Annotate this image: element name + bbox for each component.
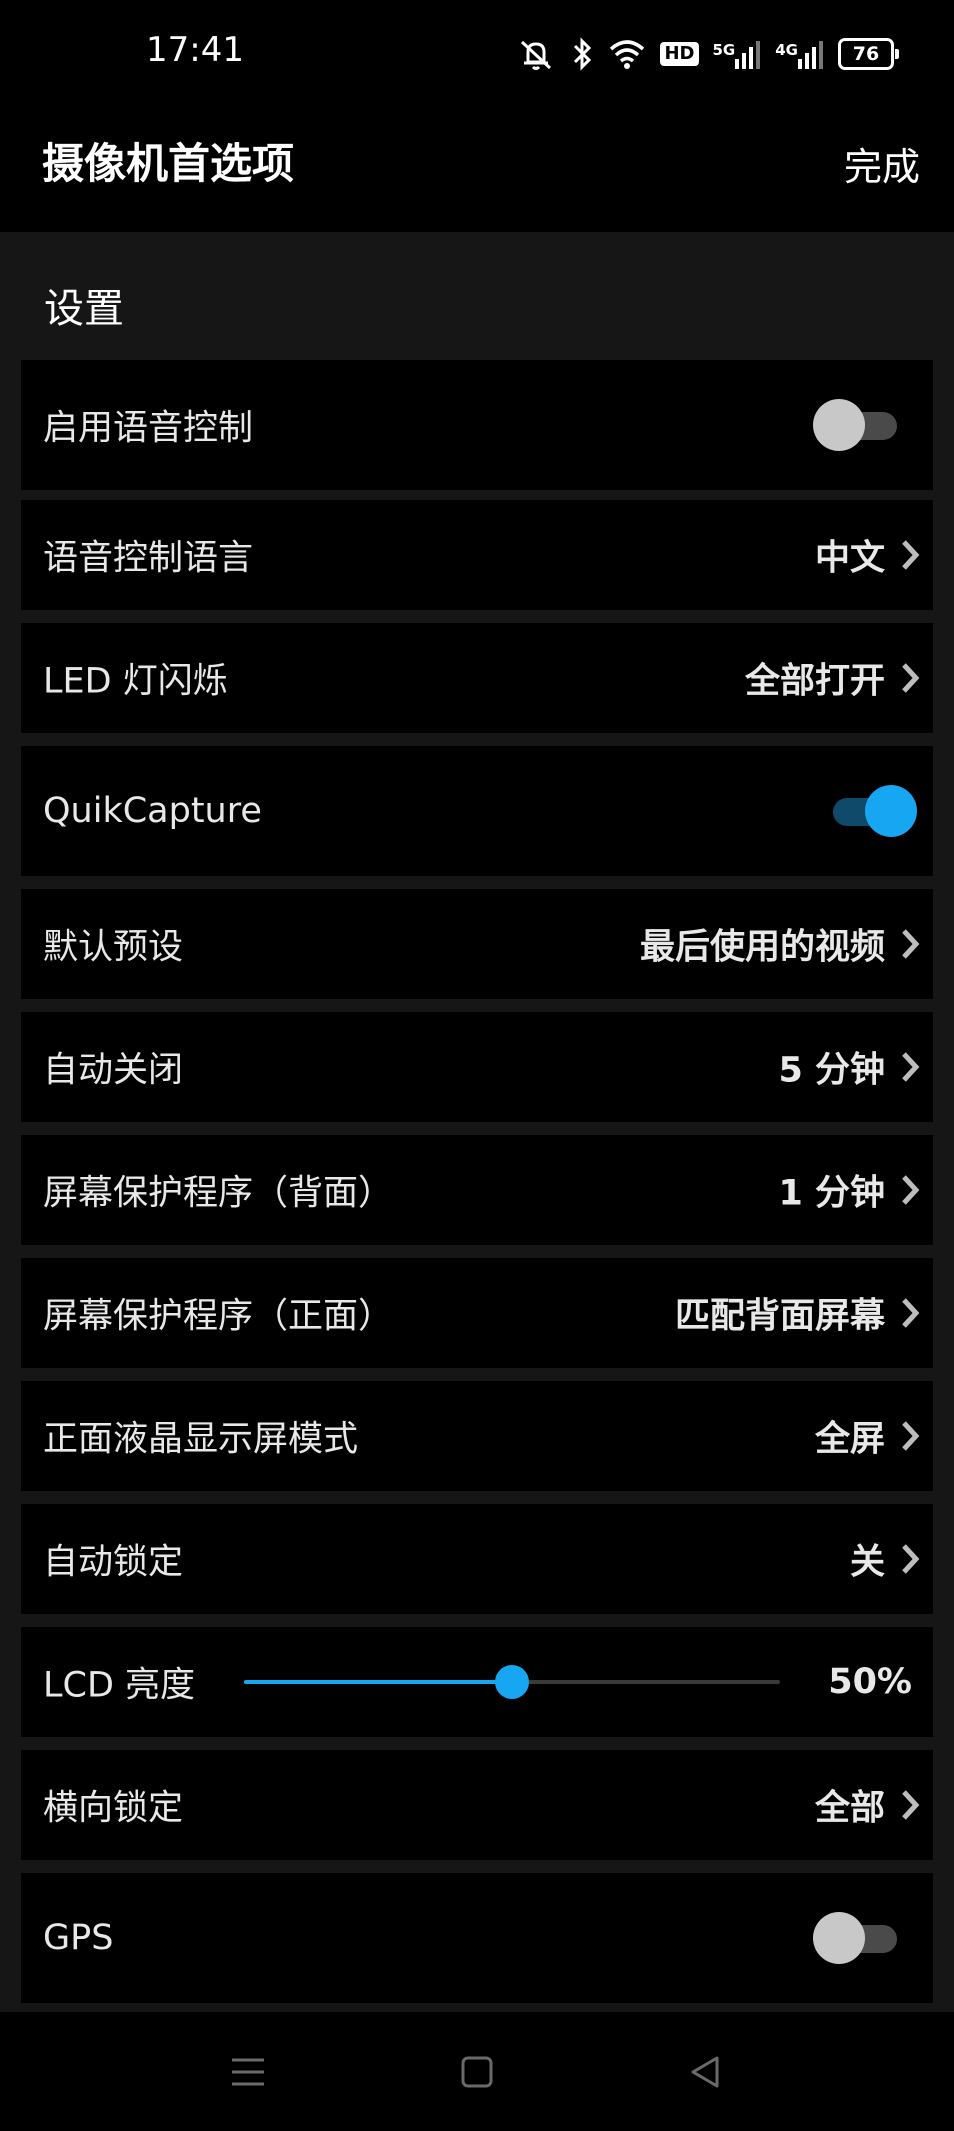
row-quikcapture[interactable]: QuikCapture [21, 746, 933, 876]
wifi-icon [610, 40, 645, 69]
done-button[interactable]: 完成 [844, 136, 920, 191]
status-time: 17:41 [146, 30, 244, 70]
signal-bars-icon [798, 41, 823, 69]
row-gps[interactable]: GPS [21, 1873, 933, 2003]
signal-bars-icon [735, 41, 761, 69]
signal-5g: 5G [713, 39, 762, 69]
gps-toggle[interactable] [813, 1910, 897, 1966]
status-bar: 17:41 HD 5G 4G 76 [0, 0, 954, 108]
row-label: 横向锁定 [43, 1788, 184, 1829]
row-value: 最后使用的视频 [639, 927, 885, 968]
row-auto-lock[interactable]: 自动锁定 关 [21, 1504, 933, 1614]
back-icon[interactable] [683, 2050, 727, 2094]
chevron-right-icon [902, 1790, 920, 1820]
voice-control-toggle[interactable] [813, 397, 897, 453]
row-value: 关 [849, 1542, 885, 1583]
row-value: 全部 [814, 1788, 885, 1829]
bell-muted-icon [521, 40, 552, 70]
hd-badge: HD [660, 42, 699, 66]
row-value: 中文 [814, 538, 885, 579]
row-label: LCD 亮度 [43, 1665, 196, 1706]
chevron-right-icon [902, 1544, 920, 1574]
toggle-knob [813, 399, 865, 451]
quikcapture-toggle[interactable] [833, 783, 917, 839]
home-icon[interactable] [455, 2050, 499, 2094]
row-label: 语音控制语言 [43, 538, 254, 579]
row-screensaver-front[interactable]: 屏幕保护程序（正面） 匹配背面屏幕 [21, 1258, 933, 1368]
row-led-blink[interactable]: LED 灯闪烁 全部打开 [21, 623, 933, 733]
row-default-preset[interactable]: 默认预设 最后使用的视频 [21, 889, 933, 999]
status-icons: HD 5G 4G 76 [516, 32, 899, 76]
row-front-lcd-mode[interactable]: 正面液晶显示屏模式 全屏 [21, 1381, 933, 1491]
row-label: 启用语音控制 [43, 408, 254, 449]
chevron-right-icon [902, 540, 920, 570]
row-voice-control[interactable]: 启用语音控制 [21, 360, 933, 490]
toggle-knob [865, 785, 917, 837]
row-voice-language[interactable]: 语音控制语言 中文 [21, 500, 933, 610]
chevron-right-icon [902, 1175, 920, 1205]
brightness-value: 50% [828, 1662, 912, 1702]
slider-thumb[interactable] [495, 1665, 529, 1699]
row-label: 屏幕保护程序（正面） [43, 1296, 394, 1337]
brightness-slider[interactable] [244, 1662, 780, 1702]
row-label: GPS [43, 1918, 114, 1958]
menu-icon[interactable] [226, 2050, 270, 2094]
row-value: 5 分钟 [778, 1050, 885, 1091]
row-label: 正面液晶显示屏模式 [43, 1419, 359, 1460]
page-title: 摄像机首选项 [42, 139, 295, 188]
app-header: 摄像机首选项 完成 [0, 108, 954, 232]
row-label: QuikCapture [43, 791, 262, 831]
slider-fill [244, 1680, 512, 1684]
row-value: 匹配背面屏幕 [674, 1296, 885, 1337]
row-label: 屏幕保护程序（背面） [43, 1173, 394, 1214]
signal-4g: 4G [775, 39, 824, 69]
row-value: 全部打开 [744, 661, 885, 702]
row-lcd-brightness[interactable]: LCD 亮度 50% [21, 1627, 933, 1737]
chevron-right-icon [902, 663, 920, 693]
section-title: 设置 [44, 286, 124, 332]
chevron-right-icon [902, 1298, 920, 1328]
row-value: 1 分钟 [778, 1173, 885, 1214]
net-5g-label: 5G [712, 41, 736, 59]
toggle-knob [813, 1912, 865, 1964]
row-landscape-lock[interactable]: 横向锁定 全部 [21, 1750, 933, 1860]
row-label: LED 灯闪烁 [43, 661, 228, 702]
system-nav-bar [0, 2012, 954, 2131]
chevron-right-icon [902, 1421, 920, 1451]
row-screensaver-rear[interactable]: 屏幕保护程序（背面） 1 分钟 [21, 1135, 933, 1245]
row-label: 自动锁定 [43, 1542, 184, 1583]
chevron-right-icon [902, 1052, 920, 1082]
net-4g-label: 4G [775, 41, 798, 59]
bluetooth-icon [574, 37, 592, 71]
settings-content[interactable]: 设置 启用语音控制 语音控制语言 中文 LED 灯闪烁 全部打开 QuikCap… [0, 232, 954, 2012]
battery-icon: 76 [838, 38, 899, 70]
chevron-right-icon [902, 929, 920, 959]
row-value: 全屏 [814, 1419, 885, 1460]
row-label: 自动关闭 [43, 1050, 184, 1091]
row-label: 默认预设 [43, 927, 184, 968]
row-auto-off[interactable]: 自动关闭 5 分钟 [21, 1012, 933, 1122]
